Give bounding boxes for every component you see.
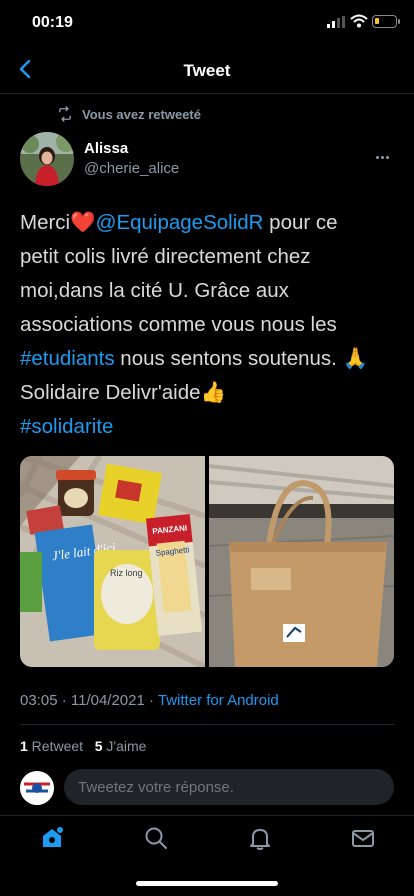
- status-time: 00:19: [32, 14, 73, 31]
- retweets-label: Retweet: [27, 738, 84, 754]
- divider: [20, 724, 394, 725]
- tweet-text: Merci❤️@EquipageSolidR pour ce petit col…: [20, 206, 400, 444]
- tweet-line-6: Solidaire Delivr'aide👍: [20, 381, 227, 404]
- more-options-icon[interactable]: [376, 146, 394, 159]
- avatar[interactable]: [20, 132, 74, 186]
- tab-bar: [0, 815, 414, 865]
- bell-icon[interactable]: [247, 825, 273, 851]
- tweet-text-segment: nous sentons soutenus. 🙏: [114, 347, 369, 370]
- battery-icon: [372, 15, 400, 28]
- status-bar: 00:19: [0, 0, 414, 48]
- rice-label: Riz long: [110, 568, 143, 578]
- avatar-photo: [20, 132, 74, 186]
- likes-count: 5: [94, 738, 103, 754]
- page-title: Tweet: [183, 61, 231, 80]
- battery-level: [375, 18, 379, 24]
- retweet-notice-text: Vous avez retweeté: [82, 106, 201, 122]
- home-indicator[interactable]: [136, 881, 278, 886]
- mention-link[interactable]: @EquipageSolidR: [96, 211, 264, 234]
- mail-icon[interactable]: [350, 825, 376, 851]
- tweet-source-link[interactable]: Twitter for Android: [158, 692, 279, 709]
- retweet-notice: Vous avez retweeté: [56, 105, 201, 123]
- tweet-media: J'le lait d'ici Riz long PANZANI Spaghet…: [20, 456, 394, 667]
- user-avatar[interactable]: [20, 771, 54, 805]
- media-image-bag[interactable]: [208, 456, 394, 667]
- tweet-stats: 1 Retweet 5 J'aime: [20, 738, 146, 754]
- photo-paper-bag: [208, 456, 394, 667]
- signal-icon: [327, 16, 345, 28]
- tweet-line-1: Merci❤️@EquipageSolidR pour ce: [20, 206, 400, 240]
- author-handle[interactable]: @cherie_alice: [84, 160, 179, 177]
- retweet-icon: [59, 106, 71, 122]
- retweets-stat[interactable]: 1 Retweet: [20, 738, 83, 754]
- home-icon[interactable]: [39, 825, 65, 851]
- likes-label: J'aime: [102, 738, 147, 754]
- author-name[interactable]: Alissa: [84, 140, 128, 157]
- reply-input[interactable]: [64, 769, 394, 805]
- search-icon[interactable]: [143, 825, 169, 851]
- tweet-text-segment: pour ce: [263, 211, 338, 234]
- reply-bar: [0, 763, 414, 813]
- wifi-icon: [350, 14, 368, 28]
- likes-stat[interactable]: 5 J'aime: [95, 738, 147, 754]
- photo-groceries: J'le lait d'ici Riz long PANZANI Spaghet…: [20, 456, 206, 667]
- tweet-line-4: associations comme vous nous les: [20, 313, 337, 336]
- tweet-line-7: #solidarite: [20, 410, 400, 444]
- retweets-count: 1: [20, 738, 28, 754]
- tweet-meta: 03:05 · 11/04/2021 · Twitter for Android: [20, 692, 279, 709]
- tweet-timestamp: 03:05 · 11/04/2021 ·: [20, 692, 158, 709]
- tweet-line-3: moi,dans la cité U. Grâce aux: [20, 279, 289, 302]
- tweet-line-2: petit colis livré directement chez: [20, 245, 311, 268]
- avatar-logo-icon: [20, 771, 54, 805]
- hashtag-solidarite[interactable]: #solidarite: [20, 415, 113, 438]
- tweet-text-merci: Merci❤️: [20, 211, 96, 234]
- media-image-groceries[interactable]: J'le lait d'ici Riz long PANZANI Spaghet…: [20, 456, 206, 667]
- tweet-line-5: #etudiants nous sentons soutenus. 🙏: [20, 342, 400, 376]
- hashtag-etudiants[interactable]: #etudiants: [20, 347, 115, 370]
- header: Tweet: [0, 48, 414, 94]
